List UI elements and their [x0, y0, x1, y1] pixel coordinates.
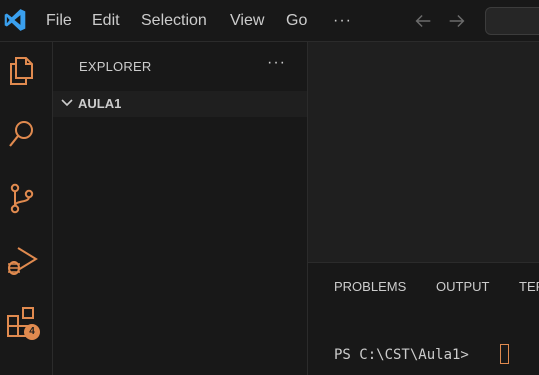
sidebar-title: EXPLORER: [79, 59, 152, 74]
source-control-icon[interactable]: [4, 180, 40, 216]
terminal-prompt[interactable]: PS C:\CST\Aula1>: [334, 347, 477, 363]
more-actions-button[interactable]: ···: [267, 54, 286, 72]
explorer-icon[interactable]: [4, 52, 40, 88]
tab-terminal[interactable]: TER: [519, 279, 539, 294]
chevron-down-icon: [61, 99, 73, 107]
run-debug-icon[interactable]: [4, 242, 40, 278]
title-bar: File Edit Selection View Go ···: [0, 0, 539, 42]
menu-view[interactable]: View: [230, 12, 264, 30]
menu-go[interactable]: Go: [286, 12, 307, 30]
editor-area[interactable]: [308, 42, 539, 262]
activity-bar: 4: [0, 42, 53, 375]
menu-more[interactable]: ···: [333, 12, 352, 30]
explorer-sidebar: EXPLORER ··· AULA1: [53, 42, 308, 375]
menu-file[interactable]: File: [46, 12, 72, 30]
vscode-logo-icon[interactable]: [2, 7, 28, 33]
tab-output[interactable]: OUTPUT: [436, 279, 489, 294]
menu-selection[interactable]: Selection: [141, 12, 207, 30]
terminal-cursor: [500, 344, 509, 364]
extensions-badge: 4: [24, 324, 40, 340]
search-icon[interactable]: [4, 116, 40, 152]
bottom-panel: PROBLEMS OUTPUT TER PS C:\CST\Aula1>: [308, 262, 539, 375]
arrow-right-icon[interactable]: [446, 10, 468, 32]
tab-problems[interactable]: PROBLEMS: [334, 279, 406, 294]
folder-row[interactable]: AULA1: [53, 91, 307, 117]
menu-bar: File: [46, 0, 72, 42]
arrow-left-icon[interactable]: [412, 10, 434, 32]
command-center-search[interactable]: [485, 7, 539, 35]
folder-name: AULA1: [78, 96, 122, 111]
menu-edit[interactable]: Edit: [92, 12, 120, 30]
